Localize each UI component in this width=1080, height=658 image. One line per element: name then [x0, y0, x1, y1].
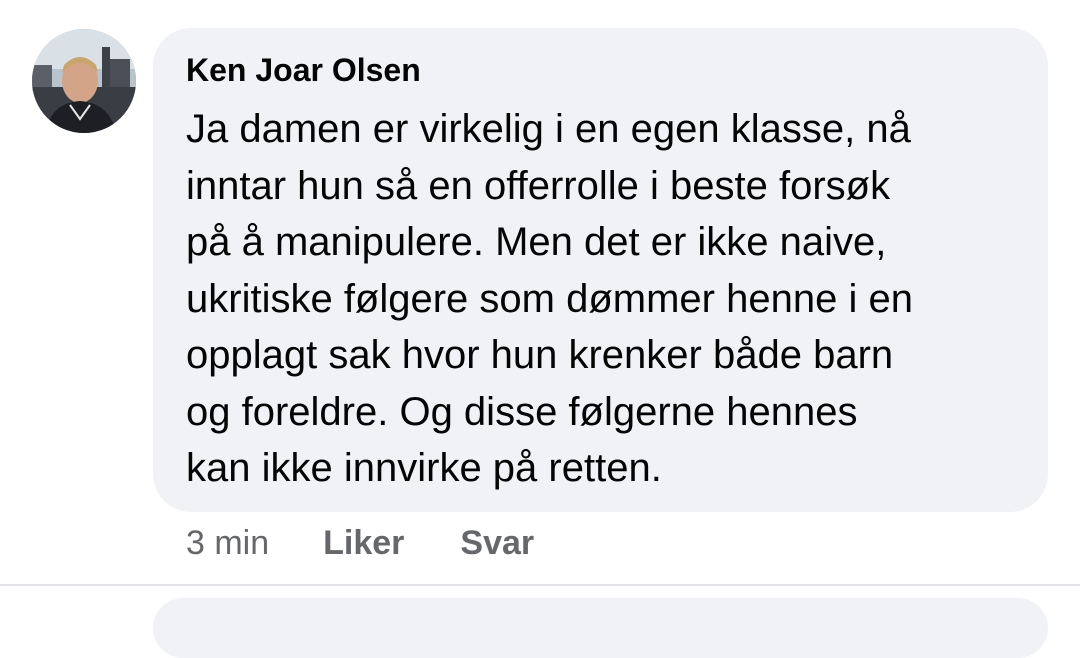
comment-text: Ja damen er virkelig i en egen klasse, n… — [186, 101, 1026, 497]
next-comment-bubble — [153, 598, 1048, 658]
comment-author[interactable]: Ken Joar Olsen — [186, 51, 421, 89]
comment-text-line: opplagt sak hvor hun krenker både barn — [186, 333, 894, 377]
comment-text-line: og foreldre. Og disse følgerne hennes — [186, 389, 858, 434]
avatar[interactable] — [32, 29, 136, 133]
comment: Ken Joar Olsen Ja damen er virkelig i en… — [0, 0, 1080, 585]
comment-text-line: Ja damen er virkelig i en egen klasse, n… — [186, 107, 911, 151]
comment-bubble: Ken Joar Olsen Ja damen er virkelig i en… — [153, 28, 1048, 512]
avatar-photo — [32, 29, 136, 133]
comment-timestamp[interactable]: 3 min — [186, 524, 269, 563]
comment-text-line: på å manipulere. Men det er ikke naive, — [186, 220, 887, 264]
comment-text-line: ukritiske følgere som dømmer henne i en — [186, 276, 913, 321]
divider — [0, 584, 1080, 586]
reply-button[interactable]: Svar — [460, 524, 534, 563]
comment-text-line: inntar hun så en offerrolle i beste fors… — [186, 163, 891, 208]
comment-text-line: kan ikke innvirke på retten. — [186, 446, 662, 490]
comment-actions: 3 min Liker Svar — [186, 521, 534, 565]
like-button[interactable]: Liker — [323, 524, 404, 563]
